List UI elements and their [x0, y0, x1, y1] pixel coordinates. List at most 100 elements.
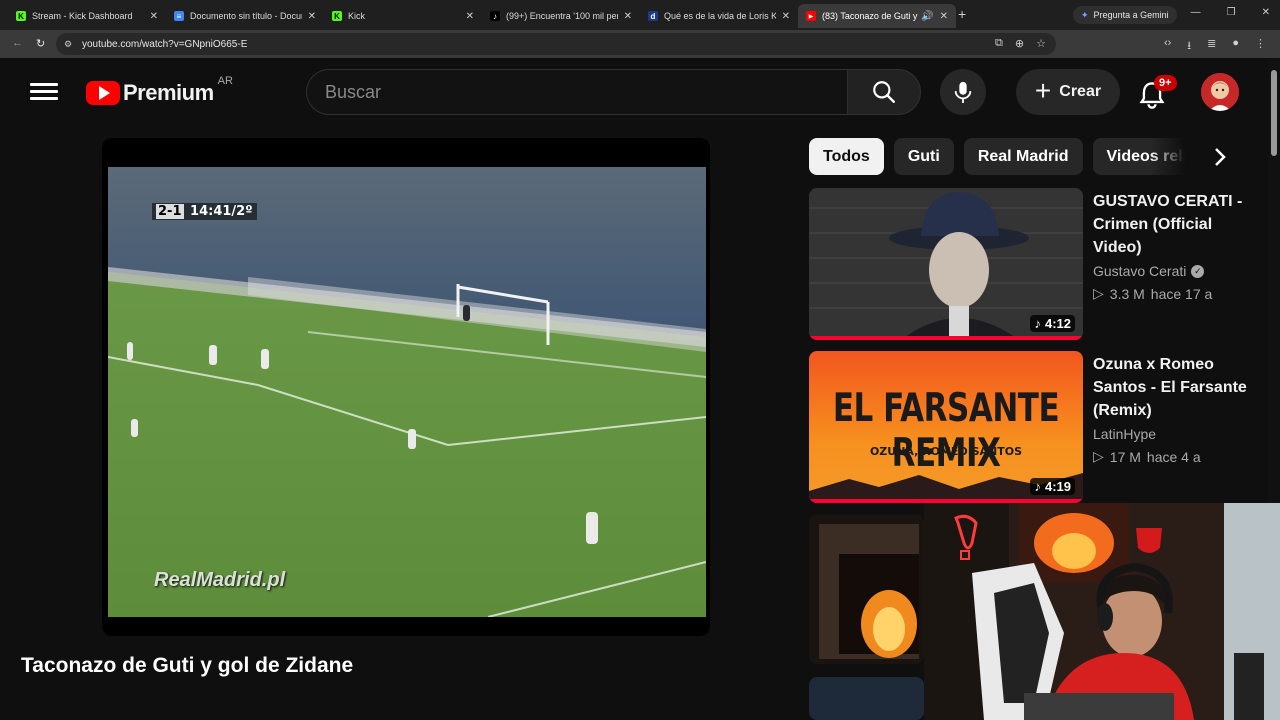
- browser-tab[interactable]: K Stream - Kick Dashboard ✕: [8, 4, 166, 28]
- download-icon[interactable]: ⭳: [1187, 37, 1191, 56]
- video-frame[interactable]: 2-1 14:41/2º RealMadrid.pl: [108, 167, 706, 617]
- kick-icon: K: [16, 11, 26, 21]
- related-video[interactable]: EL FARSANTE REMIX OZUNA, ROMEO SANTOS ♪ …: [809, 351, 1249, 503]
- score-badge: 2-1: [156, 204, 184, 219]
- code-icon[interactable]: ‹›: [1164, 37, 1171, 56]
- back-icon[interactable]: ←: [12, 37, 23, 49]
- search-button[interactable]: [847, 69, 921, 115]
- gemini-button[interactable]: ✦ Pregunta a Gemini: [1073, 6, 1177, 24]
- browser-tabstrip: K Stream - Kick Dashboard ✕ ≡ Documento …: [0, 0, 1280, 30]
- chip-guti[interactable]: Guti: [893, 138, 954, 175]
- views-icon: ▷: [1093, 285, 1104, 301]
- related-thumbnail[interactable]: EL FARSANTE REMIX OZUNA, ROMEO SANTOS ♪ …: [809, 351, 1083, 503]
- create-button[interactable]: + Crear: [1016, 69, 1120, 115]
- related-title[interactable]: GUSTAVO CERATI - Crimen (Official Video): [1093, 190, 1253, 259]
- chip-todos[interactable]: Todos: [809, 138, 884, 175]
- maximize-icon[interactable]: ❐: [1227, 7, 1236, 18]
- related-stats: ▷ 3.3 M hace 17 a: [1093, 285, 1253, 302]
- video-player[interactable]: 2-1 14:41/2º RealMadrid.pl: [102, 138, 710, 636]
- view-count: 3.3 M: [1109, 285, 1145, 302]
- streamer-webcam-overlay: [924, 503, 1280, 720]
- browser-tab[interactable]: ≡ Documento sin título - Documentos ✕: [166, 4, 324, 28]
- music-note-icon: ♪: [1034, 479, 1041, 494]
- site-icon: d: [648, 11, 658, 21]
- close-tab-icon[interactable]: ✕: [624, 11, 632, 22]
- browser-tab[interactable]: ♪ (99+) Encuentra '100 mil perdso... ✕: [482, 4, 640, 28]
- create-label: Crear: [1059, 83, 1102, 100]
- zoom-icon[interactable]: ⊕: [1015, 37, 1024, 50]
- tab-title: Kick: [348, 11, 366, 21]
- hamburger-menu-icon[interactable]: [30, 80, 58, 104]
- reload-icon[interactable]: ↻: [36, 37, 45, 50]
- avatar-icon: [1201, 73, 1239, 111]
- chevron-right-icon: [1215, 147, 1226, 166]
- video-watermark: RealMadrid.pl: [154, 569, 286, 591]
- youtube-logo-icon: [86, 81, 120, 105]
- filter-chips: Todos Guti Real Madrid Videos relacionad…: [809, 138, 1189, 175]
- close-tab-icon[interactable]: ✕: [940, 11, 948, 22]
- tab-title: Qué es de la vida de Loris Kariu...: [664, 11, 776, 21]
- channel-name: LatinHype: [1093, 426, 1157, 442]
- site-info-icon[interactable]: ⚙: [64, 39, 74, 49]
- scrollbar-thumb[interactable]: [1271, 70, 1277, 156]
- minimize-icon[interactable]: —: [1191, 7, 1201, 18]
- duration-badge: ♪ 4:19: [1030, 478, 1075, 495]
- related-meta: GUSTAVO CERATI - Crimen (Official Video)…: [1093, 190, 1253, 302]
- youtube-premium-logo[interactable]: Premium AR: [86, 75, 233, 106]
- related-video[interactable]: ♪ 4:12 GUSTAVO CERATI - Crimen (Official…: [809, 188, 1249, 340]
- related-thumbnail[interactable]: ♪ 4:12: [809, 188, 1083, 340]
- verified-icon: ✓: [1191, 264, 1205, 278]
- avatar[interactable]: [1201, 73, 1239, 111]
- close-tab-icon[interactable]: ✕: [308, 11, 316, 22]
- address-bar-icons: ⧉ ⊕ ☆: [995, 37, 1046, 50]
- chips-next-button[interactable]: [1200, 138, 1240, 175]
- close-tab-icon[interactable]: ✕: [466, 11, 474, 22]
- gemini-label: Pregunta a Gemini: [1093, 10, 1169, 20]
- watch-progress-bar: [809, 336, 1083, 340]
- views-icon: ▷: [1093, 448, 1104, 464]
- chips-fade: [1150, 138, 1200, 175]
- kick-icon: K: [332, 11, 342, 21]
- window-controls: — ❐ ✕: [1191, 7, 1270, 18]
- scoreboard: 2-1 14:41/2º: [152, 203, 257, 220]
- close-window-icon[interactable]: ✕: [1262, 7, 1270, 18]
- football-match-frame: [108, 167, 706, 617]
- related-channel[interactable]: Gustavo Cerati ✓: [1093, 263, 1253, 279]
- media-icon[interactable]: ≣: [1207, 37, 1216, 56]
- speaker-icon[interactable]: 🔊: [921, 11, 933, 22]
- upload-age: hace 17 a: [1150, 285, 1213, 302]
- tab-title: (99+) Encuentra '100 mil perdso...: [506, 11, 618, 21]
- related-thumbnail[interactable]: [809, 677, 924, 720]
- close-tab-icon[interactable]: ✕: [782, 11, 790, 22]
- browser-tab[interactable]: K Kick ✕: [324, 4, 482, 28]
- microphone-icon: [954, 81, 972, 103]
- related-thumbnail[interactable]: [809, 514, 924, 664]
- related-channel[interactable]: LatinHype: [1093, 426, 1253, 442]
- browser-tab-active[interactable]: ▶ (83) Taconazo de Guti y gol... 🔊 ✕: [798, 4, 956, 28]
- chip-real-madrid[interactable]: Real Madrid: [963, 138, 1083, 175]
- tiktok-icon: ♪: [490, 11, 500, 21]
- match-clock: 14:41/2º: [190, 204, 253, 219]
- install-icon[interactable]: ⧉: [995, 37, 1003, 50]
- duration-text: 4:19: [1044, 479, 1071, 494]
- search-input[interactable]: [325, 81, 848, 103]
- more-icon[interactable]: ⋮: [1255, 37, 1266, 56]
- address-bar[interactable]: ⚙ youtube.com/watch?v=GNpniO665-E ⧉ ⊕ ☆: [56, 33, 1056, 55]
- tab-title: Stream - Kick Dashboard: [32, 11, 133, 21]
- view-count: 17 M: [1109, 448, 1141, 465]
- notifications-button[interactable]: 9+: [1138, 75, 1177, 110]
- thumbnail-headline: EL FARSANTE REMIX: [832, 386, 1060, 476]
- url-text: youtube.com/watch?v=GNpniO665-E: [82, 38, 248, 50]
- new-tab-button[interactable]: +: [958, 6, 966, 22]
- search-icon: [873, 81, 895, 103]
- profile-icon[interactable]: ●: [1232, 37, 1239, 56]
- fireplace-thumbnail-image: [809, 514, 924, 664]
- voice-search-button[interactable]: [940, 69, 986, 115]
- close-tab-icon[interactable]: ✕: [150, 11, 158, 22]
- webcam-image: [924, 503, 1280, 720]
- browser-tab[interactable]: d Qué es de la vida de Loris Kariu... ✕: [640, 4, 798, 28]
- browser-toolbar: ← ↻ ⚙ youtube.com/watch?v=GNpniO665-E ⧉ …: [0, 30, 1280, 58]
- bookmark-star-icon[interactable]: ☆: [1036, 37, 1046, 50]
- related-title[interactable]: Ozuna x Romeo Santos - El Farsante (Remi…: [1093, 353, 1253, 422]
- notification-badge: 9+: [1154, 75, 1177, 91]
